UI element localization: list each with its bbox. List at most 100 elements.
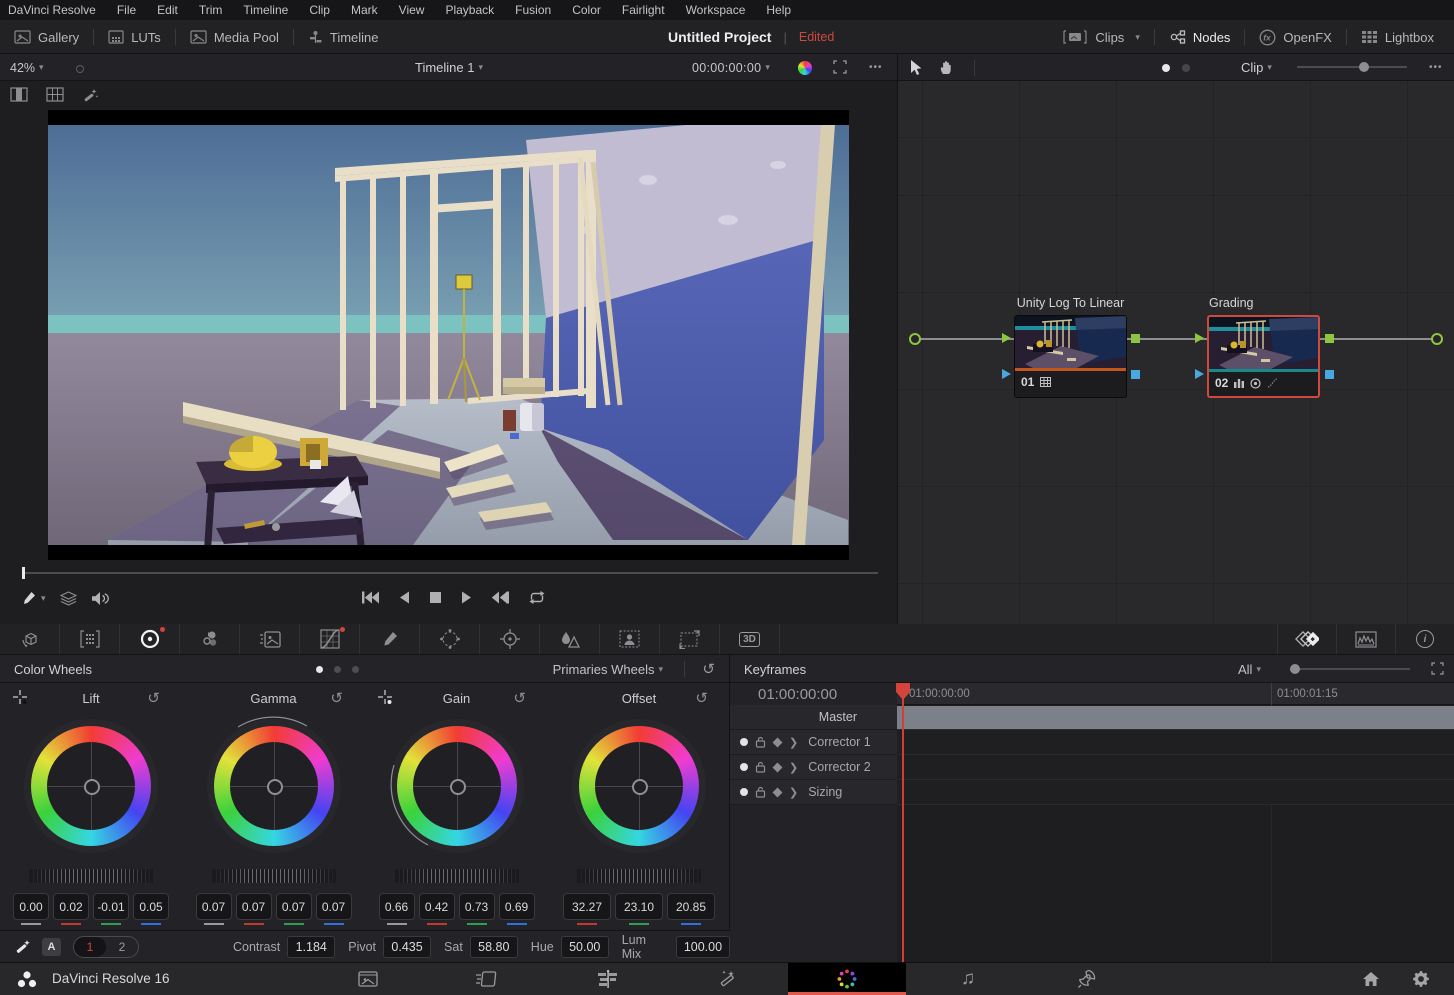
node-zoom-slider[interactable] — [1297, 66, 1407, 68]
menu-clip[interactable]: Clip — [309, 3, 330, 17]
gain-reset-icon[interactable]: ↺ — [513, 689, 526, 707]
bypass-indicator-icon[interactable] — [76, 65, 84, 73]
go-to-last-frame-button[interactable] — [491, 590, 510, 605]
gamma-master-wheel[interactable] — [212, 869, 336, 883]
node-02[interactable]: 02 — [1207, 315, 1320, 398]
menu-fusion[interactable]: Fusion — [515, 3, 551, 17]
lift-r-value[interactable]: 0.02 — [53, 893, 89, 920]
info-panel-tab[interactable]: i — [1395, 624, 1454, 654]
loop-button[interactable] — [528, 590, 546, 605]
media-pool-button[interactable]: Media Pool — [176, 20, 293, 54]
camera-raw-tab[interactable] — [0, 624, 60, 654]
expand-track-chevron[interactable]: ❯ — [789, 761, 798, 774]
lightbox-button[interactable]: Lightbox — [1347, 20, 1448, 54]
menu-file[interactable]: File — [117, 3, 136, 17]
menu-davinci-resolve[interactable]: DaVinci Resolve — [8, 3, 96, 17]
offset-r-value[interactable]: 32.27 — [563, 893, 611, 920]
track-enable-dot[interactable] — [740, 763, 748, 771]
gain-b-value[interactable]: 0.69 — [499, 893, 535, 920]
stop-button[interactable] — [429, 590, 442, 605]
gain-master-wheel[interactable] — [395, 869, 519, 883]
page-deliver-button[interactable] — [1065, 963, 1109, 995]
viewer-timeline-select[interactable]: Timeline 1 ▾ — [415, 54, 483, 81]
wheel-center-handle[interactable] — [84, 779, 100, 795]
master-track-bar[interactable] — [897, 706, 1454, 729]
node-graph[interactable]: Unity Log To Linear 01 Grading — [898, 81, 1454, 624]
gallery-button[interactable]: Gallery — [0, 20, 93, 54]
pan-tool-icon[interactable] — [938, 59, 954, 76]
power-window-tab[interactable] — [420, 624, 480, 654]
menu-workspace[interactable]: Workspace — [686, 3, 746, 17]
viewer-options-menu[interactable]: ••• — [869, 62, 883, 73]
wheel-center-handle[interactable] — [267, 779, 283, 795]
wipe-modes-icon[interactable] — [60, 591, 77, 606]
wheels-mode-select[interactable]: Primaries Wheels ▾ — [553, 662, 663, 677]
track-row-corrector1[interactable]: ❯ Corrector 1 — [730, 730, 897, 755]
step-back-button[interactable] — [398, 590, 411, 605]
page-color-button[interactable] — [825, 963, 869, 995]
page-1-tab[interactable]: 1 — [74, 937, 106, 957]
gain-y-value[interactable]: 0.66 — [379, 893, 415, 920]
keyframes-panel-tab[interactable] — [1277, 624, 1336, 654]
wheel-page-toggle[interactable]: 1 2 — [73, 936, 139, 958]
key-tab[interactable] — [600, 624, 660, 654]
color-picker-icon[interactable]: ▾ — [22, 590, 46, 606]
sizing-tab[interactable] — [660, 624, 720, 654]
wheel-center-handle[interactable] — [632, 779, 648, 795]
offset-reset-icon[interactable]: ↺ — [695, 689, 708, 707]
node-01-key-output[interactable] — [1131, 370, 1140, 379]
menu-color[interactable]: Color — [572, 3, 601, 17]
node-01-rgb-output[interactable] — [1131, 334, 1140, 343]
track-lane-corrector1[interactable] — [897, 730, 1454, 755]
page-cut-button[interactable] — [465, 963, 509, 995]
luts-button[interactable]: LUTs — [94, 20, 175, 54]
play-button[interactable] — [460, 590, 473, 605]
gamma-r-value[interactable]: 0.07 — [236, 893, 272, 920]
expand-panel-icon[interactable] — [1431, 662, 1444, 675]
color-wheels-tab[interactable] — [120, 624, 180, 654]
viewer-clip-timecode[interactable]: 00:00:00:00 ▾ — [692, 54, 770, 81]
offset-master-wheel[interactable] — [577, 869, 701, 883]
gamma-color-wheel[interactable] — [207, 719, 341, 853]
track-row-sizing[interactable]: ❯ Sizing — [730, 780, 897, 805]
magic-wand-icon[interactable] — [82, 87, 99, 104]
lift-y-value[interactable]: 0.00 — [13, 893, 49, 920]
gamma-g-value[interactable]: 0.07 — [276, 893, 312, 920]
timeline-button[interactable]: Timeline — [294, 20, 393, 54]
keyframe-diamond-icon[interactable] — [773, 787, 783, 797]
page-edit-button[interactable] — [586, 963, 630, 995]
menu-timeline[interactable]: Timeline — [243, 3, 288, 17]
gamma-y-value[interactable]: 0.07 — [196, 893, 232, 920]
node-02-key-output[interactable] — [1325, 370, 1334, 379]
node-02-key-input[interactable] — [1195, 369, 1204, 379]
reset-all-icon[interactable]: ↺ — [702, 660, 715, 678]
viewer-zoom-select[interactable]: 42% ▾ — [10, 54, 44, 81]
node-page-dot-2[interactable] — [1182, 64, 1190, 72]
color-match-tab[interactable] — [180, 624, 240, 654]
menu-playback[interactable]: Playback — [445, 3, 494, 17]
keyframes-zoom-knob[interactable] — [1290, 664, 1300, 674]
node-02-rgb-input[interactable] — [1195, 333, 1204, 343]
openfx-button[interactable]: fx OpenFX — [1245, 20, 1345, 54]
node-page-dot-1[interactable] — [1162, 64, 1170, 72]
qualifier-tab[interactable] — [360, 624, 420, 654]
node-zoom-slider-knob[interactable] — [1359, 62, 1369, 72]
keyframe-diamond-icon[interactable] — [773, 737, 783, 747]
lock-icon[interactable] — [755, 736, 766, 748]
output-port[interactable] — [1431, 333, 1443, 345]
stills-tab[interactable] — [240, 624, 300, 654]
gamma-b-value[interactable]: 0.07 — [316, 893, 352, 920]
track-enable-dot[interactable] — [740, 788, 748, 796]
offset-b-value[interactable]: 20.85 — [667, 893, 715, 920]
keyframes-ruler[interactable]: 01:00:00:00 01:00:01:15 01:00:03:06 — [897, 683, 1454, 705]
wheel-page-dots[interactable] — [316, 666, 359, 673]
enhanced-viewer-icon[interactable] — [796, 59, 813, 76]
home-button[interactable] — [1349, 963, 1393, 995]
scopes-panel-tab[interactable] — [1336, 624, 1395, 654]
viewer-image[interactable] — [48, 110, 849, 560]
gain-g-value[interactable]: 0.73 — [459, 893, 495, 920]
keyframes-filter-select[interactable]: All ▾ — [1238, 662, 1261, 677]
menu-mark[interactable]: Mark — [351, 3, 378, 17]
lift-color-wheel[interactable] — [24, 719, 158, 853]
auto-wand-icon[interactable] — [14, 938, 32, 956]
